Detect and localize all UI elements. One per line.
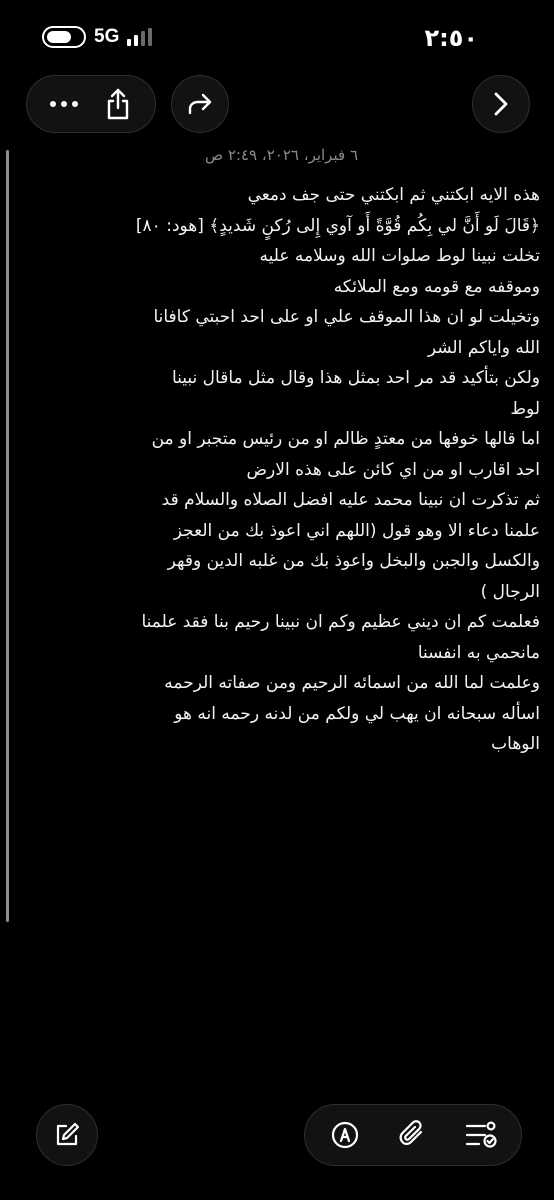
note-line: ﴿قَالَ لَو أَنَّ لي بِكُم قُوَّةً أَو آو… [135, 215, 540, 236]
status-bar: 5G ٢:٥٠ [0, 22, 554, 56]
note-actions-group [26, 75, 156, 133]
note-body[interactable]: هذه الايه ابكتني ثم ابكتني حتى جف دمعي ﴿ق… [24, 180, 540, 760]
share-icon [107, 88, 129, 120]
note-line: وعلمت لما الله من اسمائه الرحيم ومن صفات… [164, 673, 540, 693]
note-line: اما قالها خوفها من معتدٍ ظالم او من رئيس… [151, 429, 540, 449]
signal-bar [148, 28, 153, 46]
signal-bar [127, 39, 132, 46]
share-button[interactable] [96, 82, 140, 126]
chevron-right-icon [494, 92, 508, 116]
note-line: اسأله سبحانه ان يهب لي ولكم من لدنه رحمه… [174, 703, 540, 724]
redo-icon [188, 93, 212, 115]
note-line: احد اقارب او من اي كائن على هذه الارض [246, 459, 541, 480]
note-line: فعلمت كم ان ديني عظيم وكم ان نبينا رحيم … [141, 612, 540, 632]
note-line: وموقفه مع قومه ومع الملائكه [333, 276, 540, 297]
compose-button[interactable] [36, 1104, 98, 1166]
ellipsis-icon [50, 101, 78, 107]
note-date: ٦ فبراير، ٢٠٢٦، ٢:٤٩ ص [204, 146, 358, 164]
redo-button[interactable] [171, 75, 229, 133]
network-type-label: 5G [94, 26, 120, 47]
note-line: تخلت نبينا لوط صلوات الله وسلامه عليه [259, 246, 540, 266]
status-indicators: 5G [42, 26, 153, 48]
note-line: ثم تذكرت ان نبينا محمد عليه افضل الصلاه … [161, 490, 540, 510]
note-line: علمنا دعاء الا وهو قول (اللهم اني اعوذ ب… [173, 520, 540, 541]
note-line: ولكن بتأكيد قد مر احد بمثل هذا وقال مثل … [171, 368, 540, 388]
scrollbar[interactable] [6, 150, 9, 922]
note-line: الله واياكم الشر [427, 337, 540, 358]
compose-icon [56, 1122, 80, 1146]
note-line: لوط [510, 398, 540, 419]
note-line: الوهاب [491, 734, 540, 754]
signal-bar [134, 35, 139, 46]
forward-button[interactable] [472, 75, 530, 133]
more-button[interactable] [42, 82, 86, 126]
note-line: الرجال ) [480, 581, 540, 602]
edit-tools-group [304, 1104, 522, 1166]
signal-bars-icon [127, 28, 153, 46]
markup-pen-icon [331, 1121, 359, 1149]
markup-button[interactable] [323, 1113, 367, 1157]
note-line: هذه الايه ابكتني ثم ابكتني حتى جف دمعي [247, 185, 540, 205]
checklist-icon [465, 1121, 497, 1148]
checklist-button[interactable] [459, 1113, 503, 1157]
note-line: وتخيلت لو ان هذا الموقف علي او على احد ا… [153, 307, 540, 327]
note-line: مانحمي به انفسنا [417, 642, 540, 663]
paperclip-icon [399, 1120, 423, 1145]
note-line: والكسل والجبن والبخل واعوذ بك من غلبه ال… [167, 551, 540, 571]
signal-bar [141, 31, 146, 46]
attach-button[interactable] [391, 1113, 435, 1157]
status-time: ٢:٥٠ [424, 24, 478, 52]
toggle-pill-icon [42, 26, 86, 48]
